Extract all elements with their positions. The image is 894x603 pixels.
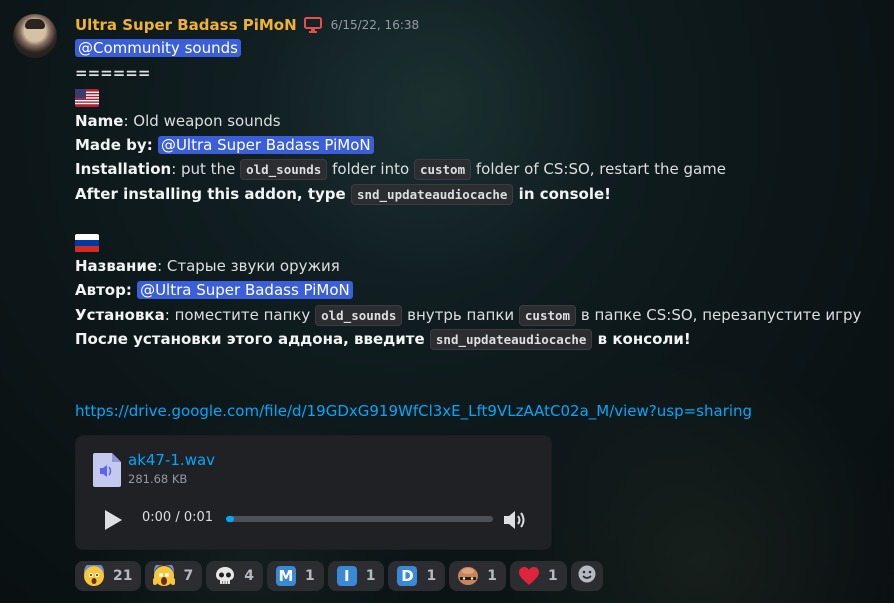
installation-text: folder into bbox=[327, 160, 414, 178]
made-by-line: Made by: @Ultra Super Badass PiMoN bbox=[75, 134, 374, 156]
installation-text: folder of CS:SO, restart the game bbox=[471, 160, 727, 178]
flag-line bbox=[75, 231, 99, 253]
ru-after-install-line: После установки этого аддона, введите sn… bbox=[75, 328, 691, 351]
letter-d-icon: D bbox=[396, 565, 418, 587]
reaction-count: 1 bbox=[487, 568, 497, 584]
user-mention[interactable]: @Ultra Super Badass PiMoN bbox=[157, 136, 374, 154]
reaction-count: 1 bbox=[304, 568, 315, 584]
reaction-count: 1 bbox=[365, 568, 376, 584]
installation-line: Installation: put the old_sounds folder … bbox=[75, 158, 726, 181]
made-by-sep: : bbox=[146, 136, 158, 154]
link-line: https://drive.google.com/file/d/19GDxG91… bbox=[75, 400, 752, 422]
reaction-count: 21 bbox=[113, 568, 133, 584]
letter-i-glyph: I bbox=[336, 566, 357, 586]
inline-code: snd_updateaudiocache bbox=[429, 329, 593, 350]
letter-d-glyph: D bbox=[397, 566, 418, 586]
ru-flag-icon bbox=[75, 233, 99, 252]
after-install-line: After installing this addon, type snd_up… bbox=[75, 183, 611, 206]
audio-attachment: ak47-1.wav 281.68 KB 0:00 / 0:01 bbox=[75, 435, 552, 550]
audio-file-icon bbox=[93, 453, 121, 487]
reaction-count: 4 bbox=[244, 568, 254, 584]
after-install-text: After installing this addon, type bbox=[75, 185, 351, 203]
content-line: @Community sounds bbox=[75, 37, 241, 59]
ru-installation-text: : поместите папку bbox=[164, 306, 316, 324]
separator-line: ====== bbox=[75, 64, 151, 82]
name-value: : Old weapon sounds bbox=[123, 112, 281, 130]
reaction-letter-m[interactable]: M 1 bbox=[266, 561, 324, 591]
ru-name-value: : Старые звуки оружия bbox=[157, 257, 340, 275]
installation-text: : put the bbox=[171, 160, 241, 178]
ru-installation-text: в папке CS:SO, перезапустите игру bbox=[576, 306, 862, 324]
timestamp[interactable]: 6/15/22, 16:38 bbox=[331, 18, 419, 32]
file-name-link[interactable]: ak47-1.wav bbox=[128, 451, 215, 469]
bald-head-icon bbox=[457, 565, 479, 587]
inline-code: old_sounds bbox=[315, 305, 403, 326]
role-mention[interactable]: @Community sounds bbox=[75, 39, 241, 57]
play-icon[interactable] bbox=[102, 508, 124, 532]
made-by-label: Made by bbox=[75, 136, 147, 154]
reaction-bald-head[interactable]: 1 bbox=[449, 561, 506, 591]
heart-icon bbox=[518, 565, 540, 587]
message: Ultra Super Badass PiMoN 6/15/22, 16:38 … bbox=[0, 0, 894, 603]
reactions-bar: 21 7 4 M 1 I 1 D 1 1 1 bbox=[75, 561, 603, 591]
reaction-count: 1 bbox=[547, 568, 558, 584]
reaction-letter-i[interactable]: I 1 bbox=[327, 561, 385, 591]
ru-after-install-text: в консоли! bbox=[592, 330, 691, 348]
name-label: Name bbox=[75, 112, 124, 130]
installation-label: Installation bbox=[75, 160, 172, 178]
progress-bar[interactable] bbox=[226, 516, 493, 522]
letter-m-glyph: M bbox=[275, 566, 296, 586]
author-name[interactable]: Ultra Super Badass PiMoN bbox=[75, 16, 297, 34]
us-flag-icon bbox=[75, 88, 99, 107]
playback-time: 0:00 / 0:01 bbox=[142, 510, 214, 525]
letter-i-icon: I bbox=[336, 565, 358, 587]
user-mention[interactable]: @Ultra Super Badass PiMoN bbox=[137, 281, 353, 299]
ru-name-label: Название bbox=[75, 257, 158, 275]
drive-link[interactable]: https://drive.google.com/file/d/19GDxG91… bbox=[75, 402, 752, 420]
inline-code: old_sounds bbox=[240, 159, 328, 180]
ru-name-line: Название: Старые звуки оружия bbox=[75, 255, 340, 277]
inline-code: custom bbox=[413, 159, 472, 180]
ru-after-install-text: После установки этого аддона, введите bbox=[75, 330, 430, 348]
inline-code: custom bbox=[518, 305, 577, 326]
message-header: Ultra Super Badass PiMoN 6/15/22, 16:38 bbox=[75, 14, 419, 36]
ru-installation-line: Установка: поместите папку old_sounds вн… bbox=[75, 304, 861, 327]
ru-installation-text: внутрь папки bbox=[402, 306, 519, 324]
fearful-face-icon bbox=[83, 565, 105, 587]
monitor-icon bbox=[303, 17, 322, 33]
ru-installation-label: Установка bbox=[75, 306, 165, 324]
skull-icon bbox=[214, 565, 236, 587]
reaction-heart[interactable]: 1 bbox=[509, 561, 567, 591]
file-size: 281.68 KB bbox=[128, 472, 188, 486]
volume-icon[interactable] bbox=[502, 508, 528, 532]
reaction-fearful[interactable]: 21 bbox=[75, 561, 142, 591]
ru-made-by-label: Автор bbox=[75, 281, 126, 299]
avatar[interactable] bbox=[13, 14, 57, 58]
screaming-face-icon bbox=[153, 565, 176, 587]
reaction-screaming[interactable]: 7 bbox=[145, 561, 203, 591]
inline-code: snd_updateaudiocache bbox=[350, 184, 514, 205]
reaction-count: 1 bbox=[426, 568, 437, 584]
add-reaction-button[interactable] bbox=[570, 561, 603, 591]
progress-fill bbox=[226, 516, 234, 522]
flag-line bbox=[75, 86, 99, 108]
ru-made-by-sep: : bbox=[125, 281, 138, 299]
smiley-add-icon bbox=[577, 564, 597, 588]
letter-m-icon: M bbox=[275, 565, 297, 587]
ru-made-by-line: Автор: @Ultra Super Badass PiMoN bbox=[75, 279, 353, 301]
after-install-text: in console! bbox=[513, 185, 611, 203]
reaction-count: 7 bbox=[183, 568, 194, 584]
name-line: Name: Old weapon sounds bbox=[75, 110, 281, 132]
reaction-letter-d[interactable]: D 1 bbox=[388, 561, 446, 591]
reaction-skull[interactable]: 4 bbox=[206, 561, 263, 591]
